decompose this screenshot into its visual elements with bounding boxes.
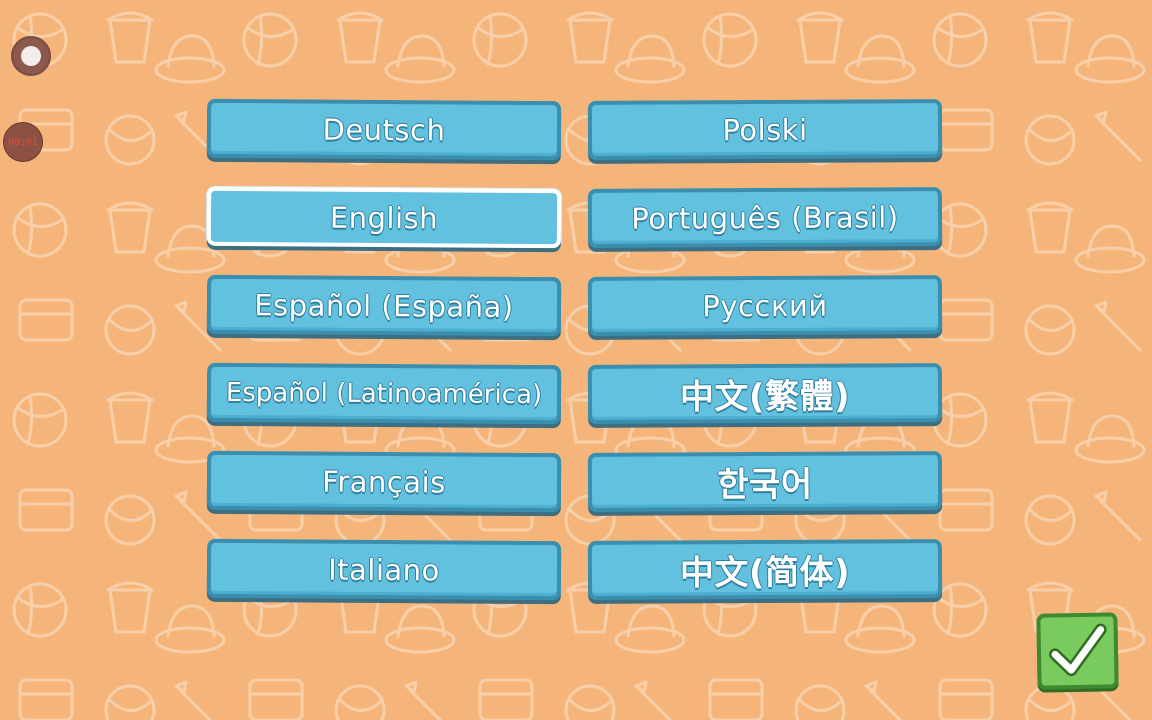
language-button-deutsch[interactable]: Deutsch (206, 98, 562, 161)
language-button-francais[interactable]: Français (206, 450, 562, 513)
language-grid: Deutsch Polski English Português (Brasil… (206, 98, 943, 601)
language-button-english[interactable]: English (206, 186, 562, 249)
record-icon (21, 46, 41, 66)
language-button-italiano[interactable]: Italiano (206, 538, 562, 601)
confirm-button[interactable] (1036, 612, 1119, 690)
language-button-espanol-latinoamerica[interactable]: Español (Latinoamérica) (206, 362, 562, 425)
check-icon (1048, 623, 1107, 677)
language-button-espanol-espana[interactable]: Español (España) (206, 274, 562, 337)
language-button-chinese-traditional[interactable]: 中文(繁體) (587, 363, 943, 424)
language-button-russian[interactable]: Русский (587, 275, 943, 336)
recording-timer: 00:01 (3, 122, 43, 162)
record-button[interactable] (11, 36, 51, 76)
language-button-polski[interactable]: Polski (587, 99, 943, 160)
language-button-chinese-simplified[interactable]: 中文(简体) (587, 539, 943, 600)
language-button-portugues-brasil[interactable]: Português (Brasil) (587, 187, 943, 248)
language-button-korean[interactable]: 한국어 (587, 451, 943, 512)
